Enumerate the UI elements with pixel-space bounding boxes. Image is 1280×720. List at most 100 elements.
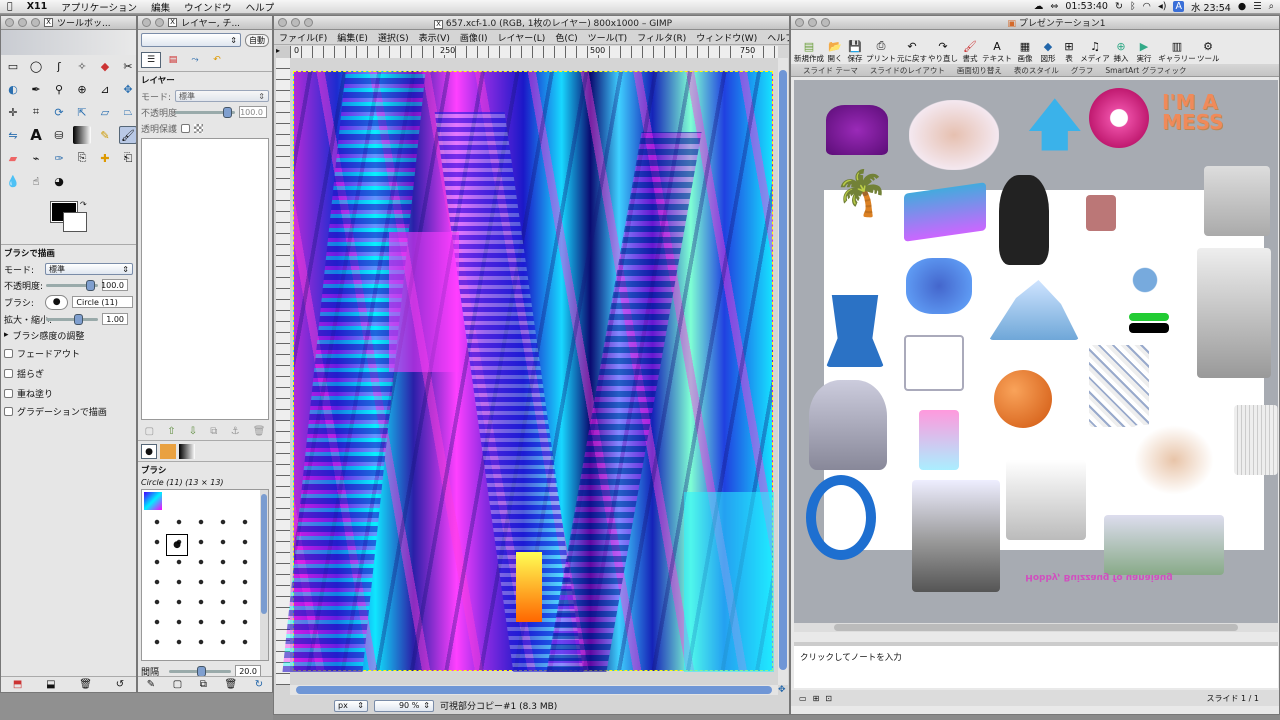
- measure-icon[interactable]: ⊿: [96, 80, 114, 98]
- tb-text[interactable]: A テキスト: [981, 40, 1013, 64]
- hooded-figure-image[interactable]: [809, 380, 887, 470]
- crop-icon[interactable]: ⌗: [27, 103, 45, 121]
- patterns-tab-icon[interactable]: [160, 444, 176, 459]
- tb-gallery[interactable]: ▥ ギャラリー: [1157, 40, 1197, 64]
- align-icon[interactable]: ✛: [4, 103, 22, 121]
- refresh-brush-icon[interactable]: ↻: [255, 679, 263, 690]
- tb-insert[interactable]: ⊕ 挿入: [1111, 40, 1131, 64]
- street-photo-top-right[interactable]: [1204, 166, 1270, 236]
- gimp-menu-file[interactable]: ファイル(F): [274, 31, 332, 44]
- tb-media[interactable]: ♫ メディア: [1079, 40, 1111, 64]
- flip-icon[interactable]: ⇋: [4, 126, 22, 144]
- close-icon[interactable]: [795, 18, 804, 27]
- toolbox-titlebar[interactable]: X ツールボッ...: [1, 16, 136, 30]
- birds-globe-image[interactable]: [1109, 250, 1181, 310]
- clone-icon[interactable]: ⎘: [73, 149, 91, 167]
- delete-options-icon[interactable]: 🗑: [79, 679, 92, 690]
- layer-opacity-knob[interactable]: [223, 106, 232, 118]
- woman-face-image[interactable]: [1134, 425, 1214, 495]
- tool-mode-select[interactable]: 標準 ⇕: [45, 263, 133, 275]
- ribbon-tab-layouts[interactable]: スライドのレイアウト: [870, 65, 945, 76]
- ribbon-tab-charts[interactable]: グラフ: [1071, 65, 1094, 76]
- layers-tab-icon[interactable]: ☰: [141, 52, 161, 68]
- layers-dock-titlebar[interactable]: X レイヤー, チ...: [138, 16, 272, 30]
- perspective-icon[interactable]: ⏢: [119, 103, 136, 121]
- pencil-icon[interactable]: ✎: [96, 126, 114, 144]
- houses-photo-image[interactable]: [1104, 515, 1224, 575]
- zoom-select[interactable]: 90 % ⇕: [374, 699, 434, 712]
- minimize-icon[interactable]: [808, 18, 817, 27]
- zoom-tool-icon[interactable]: ⊕: [73, 80, 91, 98]
- dodge-burn-icon[interactable]: ◕: [50, 172, 68, 190]
- gradients-tab-icon[interactable]: [179, 444, 195, 459]
- im-a-mess-text-image[interactable]: I'M A MESS: [1162, 92, 1252, 132]
- ribbon-tab-themes[interactable]: スライド テーマ: [803, 65, 858, 76]
- trefoil-knot-image[interactable]: [806, 475, 876, 560]
- opacity-slider[interactable]: [46, 279, 98, 291]
- menu-edit[interactable]: 編集: [144, 0, 177, 14]
- anchor-layer-icon[interactable]: ⚓: [231, 426, 240, 437]
- minimize-icon[interactable]: [155, 18, 164, 27]
- menu-help[interactable]: ヘルプ: [239, 0, 282, 14]
- battery-icon-image[interactable]: [1129, 313, 1169, 321]
- scale-slider[interactable]: [46, 313, 98, 325]
- color-select-icon[interactable]: ◆: [96, 57, 114, 75]
- palm-tree-image[interactable]: 🌴: [834, 172, 889, 216]
- up-arrow-image[interactable]: 🡅: [1026, 98, 1084, 154]
- train-interior-image[interactable]: [1197, 248, 1271, 378]
- unit-select[interactable]: px ⇕: [334, 699, 368, 712]
- delete-layer-icon[interactable]: 🗑: [253, 426, 266, 437]
- gimp-menu-layer[interactable]: レイヤー(L): [493, 31, 551, 44]
- menu-app-x11[interactable]: X11: [20, 1, 55, 12]
- zoom-icon[interactable]: [304, 18, 313, 27]
- paintbrush-icon[interactable]: 🖌: [119, 126, 136, 144]
- lower-layer-icon[interactable]: ⇩: [189, 426, 197, 437]
- ribbon-tab-smartart[interactable]: SmartArt グラフィック: [1105, 65, 1186, 76]
- incremental-checkbox[interactable]: [4, 388, 13, 398]
- channels-tab-icon[interactable]: ▤: [163, 52, 183, 68]
- shopping-cart-image[interactable]: [904, 335, 964, 391]
- tb-play[interactable]: ▶ 実行: [1131, 40, 1157, 64]
- shear-icon[interactable]: ▱: [96, 103, 114, 121]
- tb-open[interactable]: 📂 開く: [825, 40, 845, 64]
- tb-print[interactable]: ⎙ プリント: [865, 39, 897, 64]
- paths-tab-icon[interactable]: ⤳: [185, 52, 205, 68]
- apple-icon[interactable]: : [0, 1, 20, 12]
- volume-icon[interactable]: ◂): [1158, 1, 1166, 12]
- slide-h-scrollbar[interactable]: [794, 623, 1278, 632]
- new-layer-icon[interactable]: ▢: [145, 426, 154, 437]
- blur-icon[interactable]: 💧: [4, 172, 22, 190]
- gimp-menu-colors[interactable]: 色(C): [550, 31, 582, 44]
- scale-input[interactable]: 1.00: [102, 313, 128, 325]
- menubar-clock[interactable]: 水 23:54: [1191, 0, 1231, 14]
- ppt-titlebar[interactable]: ▣ プレゼンテーション1: [791, 16, 1279, 30]
- tb-new[interactable]: ▤ 新規作成: [793, 40, 825, 64]
- bluetooth-icon[interactable]: ᛒ: [1130, 1, 1136, 12]
- bucket-fill-icon[interactable]: ⛁: [50, 126, 68, 144]
- rect-select-icon[interactable]: ▭: [4, 57, 22, 75]
- delete-brush-icon[interactable]: 🗑: [225, 679, 238, 690]
- horizontal-scrollbar[interactable]: [290, 685, 778, 695]
- gradient-checkbox[interactable]: [4, 406, 13, 416]
- gimp-menu-image[interactable]: 画像(I): [455, 31, 493, 44]
- notes-pane[interactable]: クリックしてノートを入力: [794, 646, 1278, 688]
- undo-tab-icon[interactable]: ↶: [207, 52, 227, 68]
- slideshow-view-icon[interactable]: ⊡: [825, 694, 832, 703]
- heal-icon[interactable]: ✚: [96, 149, 114, 167]
- text-tool-icon[interactable]: A: [27, 126, 45, 144]
- tb-redo[interactable]: ↷ やり直し: [927, 40, 959, 64]
- eraser-icon[interactable]: ▰: [4, 149, 22, 167]
- mirrored-text-image[interactable]: Hobby, Buizzaug fo uanaiaug: [1024, 572, 1174, 582]
- building-photo-image[interactable]: [1006, 460, 1086, 540]
- slide-sorter-icon[interactable]: ⊞: [813, 694, 820, 703]
- minimize-icon[interactable]: [18, 18, 27, 27]
- brush-scrollbar[interactable]: [260, 490, 268, 660]
- fuzzy-select-icon[interactable]: ✧: [73, 57, 91, 75]
- gimp-menu-tools[interactable]: ツール(T): [583, 31, 633, 44]
- gimp-menu-view[interactable]: 表示(V): [414, 31, 455, 44]
- duplicate-layer-icon[interactable]: ⧉: [210, 426, 217, 437]
- lock-alpha-checkbox[interactable]: [181, 123, 191, 133]
- tb-format[interactable]: 🖌 書式: [959, 40, 981, 64]
- color-picker-icon[interactable]: ⚲: [50, 80, 68, 98]
- tb-shapes[interactable]: ◆ 図形: [1037, 40, 1059, 64]
